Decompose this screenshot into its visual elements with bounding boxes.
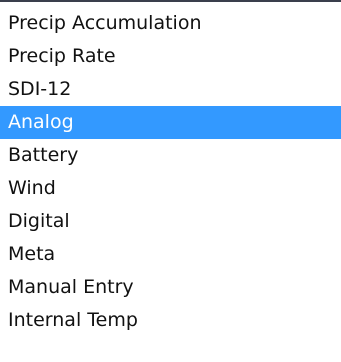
list-item-meta[interactable]: Meta bbox=[0, 238, 341, 271]
list-item-battery[interactable]: Battery bbox=[0, 139, 341, 172]
list-item-sdi-12[interactable]: SDI-12 bbox=[0, 73, 341, 106]
list-item-precip-accumulation[interactable]: Precip Accumulation bbox=[0, 7, 341, 40]
list-item-precip-rate[interactable]: Precip Rate bbox=[0, 40, 341, 73]
list-item-digital[interactable]: Digital bbox=[0, 205, 341, 238]
list-item-wind[interactable]: Wind bbox=[0, 172, 341, 205]
list-item-manual-entry[interactable]: Manual Entry bbox=[0, 271, 341, 304]
list-item-analog[interactable]: Analog bbox=[0, 106, 341, 139]
dropdown-list[interactable]: Precip Accumulation Precip Rate SDI-12 A… bbox=[0, 0, 341, 362]
list-item-internal-temp[interactable]: Internal Temp bbox=[0, 304, 341, 337]
